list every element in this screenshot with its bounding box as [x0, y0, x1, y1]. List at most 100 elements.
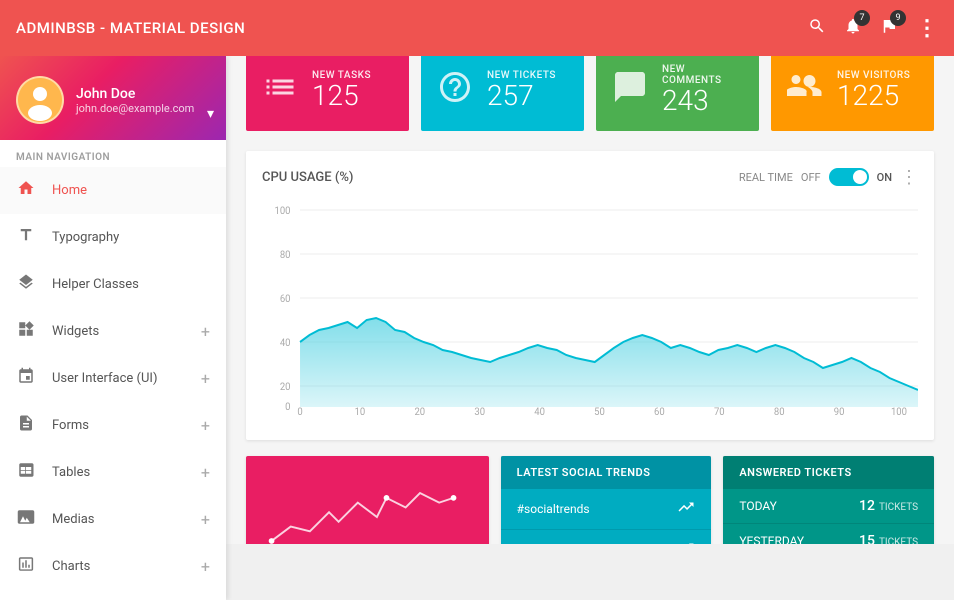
tables-icon — [16, 461, 36, 484]
sidebar-item-typography[interactable]: Typography — [0, 214, 226, 261]
answered-header: ANSWERED TICKETS — [723, 456, 934, 489]
sidebar-item-forms[interactable]: Forms + — [0, 402, 226, 449]
sparkline-card — [246, 456, 489, 544]
layers-icon — [16, 273, 36, 296]
sidebar-item-charts[interactable]: Charts + — [0, 543, 226, 590]
ticket-count: 15 — [859, 533, 875, 544]
answered-item-today: TODAY 12 TICKETS — [723, 489, 934, 524]
answered-tickets-card: ANSWERED TICKETS TODAY 12 TICKETS YESTER… — [723, 456, 934, 544]
sidebar-item-label: User Interface (UI) — [52, 371, 185, 386]
svg-text:30: 30 — [474, 407, 485, 418]
realtime-label: REAL TIME — [739, 171, 793, 184]
sidebar-item-medias[interactable]: Medias + — [0, 496, 226, 543]
bell-badge: 7 — [854, 10, 870, 26]
svg-text:60: 60 — [280, 294, 291, 305]
cpu-chart-panel: CPU USAGE (%) REAL TIME OFF ON ⋮ — [246, 151, 934, 440]
sidebar-item-label: Helper Classes — [52, 277, 210, 292]
stat-value: 1225 — [837, 81, 910, 112]
svg-text:80: 80 — [280, 250, 291, 261]
expand-icon[interactable]: + — [201, 416, 210, 435]
sidebar-item-ui[interactable]: User Interface (UI) + — [0, 355, 226, 402]
expand-icon[interactable]: + — [201, 463, 210, 482]
typography-icon — [16, 226, 36, 249]
answered-item-yesterday: YESTERDAY 15 TICKETS — [723, 524, 934, 544]
search-icon[interactable] — [808, 17, 826, 40]
social-item-2: #materialdesign — [501, 530, 712, 544]
sidebar-item-examples[interactable]: Example Pages + — [0, 590, 226, 600]
notifications-icon[interactable]: 7 — [844, 17, 862, 40]
sidebar-item-label: Widgets — [52, 324, 185, 339]
flag-icon[interactable]: 9 — [880, 17, 898, 40]
bottom-panels: LATEST SOCIAL TRENDS #socialtrends #mate… — [246, 456, 934, 544]
topbar-actions: 7 9 ⋮ — [808, 16, 938, 41]
svg-text:10: 10 — [355, 407, 366, 418]
sidebar-item-widgets[interactable]: Widgets + — [0, 308, 226, 355]
stat-card-comments: NEW COMMENTS 243 — [596, 50, 759, 131]
charts-icon — [16, 555, 36, 578]
sidebar-item-label: Typography — [52, 230, 210, 245]
svg-text:40: 40 — [534, 407, 545, 418]
expand-icon[interactable]: + — [201, 557, 210, 576]
svg-text:0: 0 — [297, 407, 302, 418]
visitors-icon — [787, 69, 823, 112]
ticket-count: 12 — [859, 498, 875, 514]
flag-badge: 9 — [890, 10, 906, 26]
social-item-1: #socialtrends — [501, 489, 712, 530]
chart-controls: REAL TIME OFF ON ⋮ — [739, 167, 918, 188]
avatar — [16, 76, 64, 124]
chart-more-icon[interactable]: ⋮ — [900, 167, 918, 188]
sidebar-item-label: Tables — [52, 465, 185, 480]
sidebar-item-helper[interactable]: Helper Classes — [0, 261, 226, 308]
more-icon[interactable]: ⋮ — [916, 16, 938, 41]
expand-icon[interactable]: + — [201, 510, 210, 529]
stat-label: NEW TICKETS — [487, 70, 556, 81]
off-label: OFF — [801, 171, 821, 184]
sidebar-user-panel: John Doe john.doe@example.com ▾ — [0, 56, 226, 140]
stat-value: 243 — [662, 86, 743, 117]
social-tag: #materialdesign — [517, 543, 604, 544]
ui-icon — [16, 367, 36, 390]
stat-value: 125 — [312, 81, 371, 112]
ticket-period: TODAY — [739, 499, 777, 513]
social-header: LATEST SOCIAL TRENDS — [501, 456, 712, 489]
sidebar: John Doe john.doe@example.com ▾ MAIN NAV… — [0, 56, 226, 600]
stat-card-tasks: NEW TASKS 125 — [246, 50, 409, 131]
sidebar-item-home[interactable]: Home — [0, 167, 226, 214]
main-content: DASHBOARD NEW TASKS 125 NEW TICKETS 257 — [226, 0, 954, 544]
svg-text:100: 100 — [274, 206, 290, 217]
ticket-unit: TICKETS — [879, 537, 918, 544]
comments-icon — [612, 69, 648, 112]
user-chevron-icon[interactable]: ▾ — [207, 106, 214, 122]
ticket-unit: TICKETS — [879, 502, 918, 513]
toggle-knob — [853, 170, 867, 184]
user-email: john.doe@example.com — [76, 102, 194, 115]
home-icon — [16, 179, 36, 202]
trend-icon — [677, 498, 695, 520]
widgets-icon — [16, 320, 36, 343]
on-label: ON — [877, 171, 892, 184]
user-name: John Doe — [76, 86, 194, 102]
nav-section-label: MAIN NAVIGATION — [0, 140, 226, 167]
stat-label: NEW VISITORS — [837, 70, 910, 81]
svg-text:20: 20 — [280, 382, 291, 393]
stat-cards-row: NEW TASKS 125 NEW TICKETS 257 NEW COMMEN… — [246, 50, 934, 131]
sidebar-item-label: Forms — [52, 418, 185, 433]
realtime-toggle[interactable] — [829, 168, 869, 186]
social-trends-card: LATEST SOCIAL TRENDS #socialtrends #mate… — [501, 456, 712, 544]
expand-icon[interactable]: + — [201, 369, 210, 388]
sidebar-item-label: Home — [52, 183, 210, 198]
svg-text:0: 0 — [285, 402, 290, 413]
ticket-period: YESTERDAY — [739, 534, 804, 544]
svg-text:20: 20 — [414, 407, 425, 418]
svg-text:90: 90 — [834, 407, 845, 418]
stat-label: NEW COMMENTS — [662, 64, 743, 86]
stat-card-visitors: NEW VISITORS 1225 — [771, 50, 934, 131]
svg-text:50: 50 — [594, 407, 605, 418]
sidebar-item-tables[interactable]: Tables + — [0, 449, 226, 496]
expand-icon[interactable]: + — [201, 322, 210, 341]
social-tag: #socialtrends — [517, 502, 590, 516]
chart-title: CPU USAGE (%) — [262, 170, 353, 185]
tickets-icon — [437, 69, 473, 112]
medias-icon — [16, 508, 36, 531]
trend-icon — [677, 539, 695, 544]
